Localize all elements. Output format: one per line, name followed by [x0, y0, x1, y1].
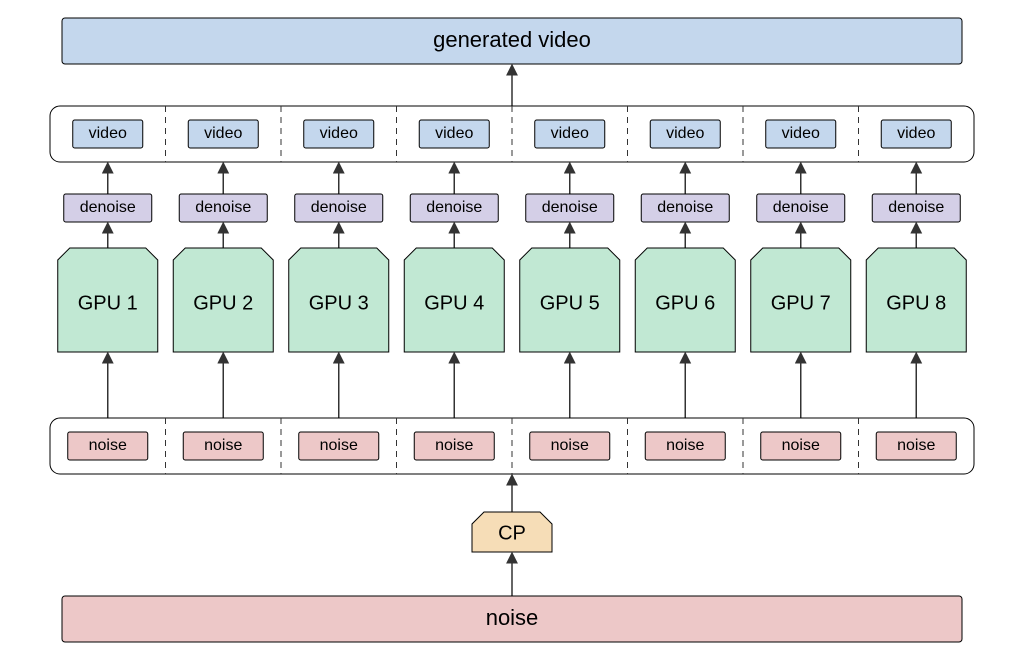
denoise-label: denoise	[195, 199, 251, 216]
denoise-label: denoise	[542, 199, 598, 216]
gpu-label: GPU 4	[424, 292, 484, 314]
gpu-label: GPU 3	[309, 292, 369, 314]
cp-box: CP	[472, 512, 552, 552]
arrows-gpu-to-denoise	[108, 224, 917, 248]
video-label: video	[666, 125, 704, 142]
noise-label: noise	[897, 437, 935, 454]
arrows-noise-to-gpu	[108, 354, 917, 418]
video-label: video	[782, 125, 820, 142]
gpu-label: GPU 5	[540, 292, 600, 314]
video-label: video	[89, 125, 127, 142]
diagram-root: generated video video video video video vide…	[0, 0, 1024, 670]
gpu-label: GPU 1	[78, 292, 138, 314]
gpu-label: GPU 7	[771, 292, 831, 314]
denoise-label: denoise	[657, 199, 713, 216]
denoise-label: denoise	[888, 199, 944, 216]
denoise-label: denoise	[773, 199, 829, 216]
video-label: video	[897, 125, 935, 142]
noise-separators	[166, 418, 859, 474]
denoise-label: denoise	[80, 199, 136, 216]
noise-label: noise	[204, 437, 242, 454]
gpu-label: GPU 2	[193, 292, 253, 314]
noise-label: noise	[551, 437, 589, 454]
gpu-label: GPU 6	[655, 292, 715, 314]
noise-label: noise	[435, 437, 473, 454]
noise-label: noise	[320, 437, 358, 454]
video-label: video	[204, 125, 242, 142]
denoise-label: denoise	[426, 199, 482, 216]
generated-video-label: generated video	[433, 27, 591, 52]
noise-label: noise	[666, 437, 704, 454]
video-separators	[166, 106, 859, 162]
cp-label: CP	[498, 522, 526, 544]
arrows-denoise-to-video	[108, 164, 917, 194]
gpu-label: GPU 8	[886, 292, 946, 314]
denoise-label: denoise	[311, 199, 367, 216]
bottom-noise-label: noise	[486, 605, 539, 630]
noise-label: noise	[782, 437, 820, 454]
denoise-boxes: denoise denoise denoise denoise denoise denoi…	[64, 194, 961, 222]
video-label: video	[320, 125, 358, 142]
video-label: video	[551, 125, 589, 142]
gpu-boxes: GPU 1 GPU 2 GPU 3 GPU 4 GPU 5 GPU 6 GPU 7 GPU 8	[58, 248, 967, 352]
video-label: video	[435, 125, 473, 142]
noise-label: noise	[89, 437, 127, 454]
